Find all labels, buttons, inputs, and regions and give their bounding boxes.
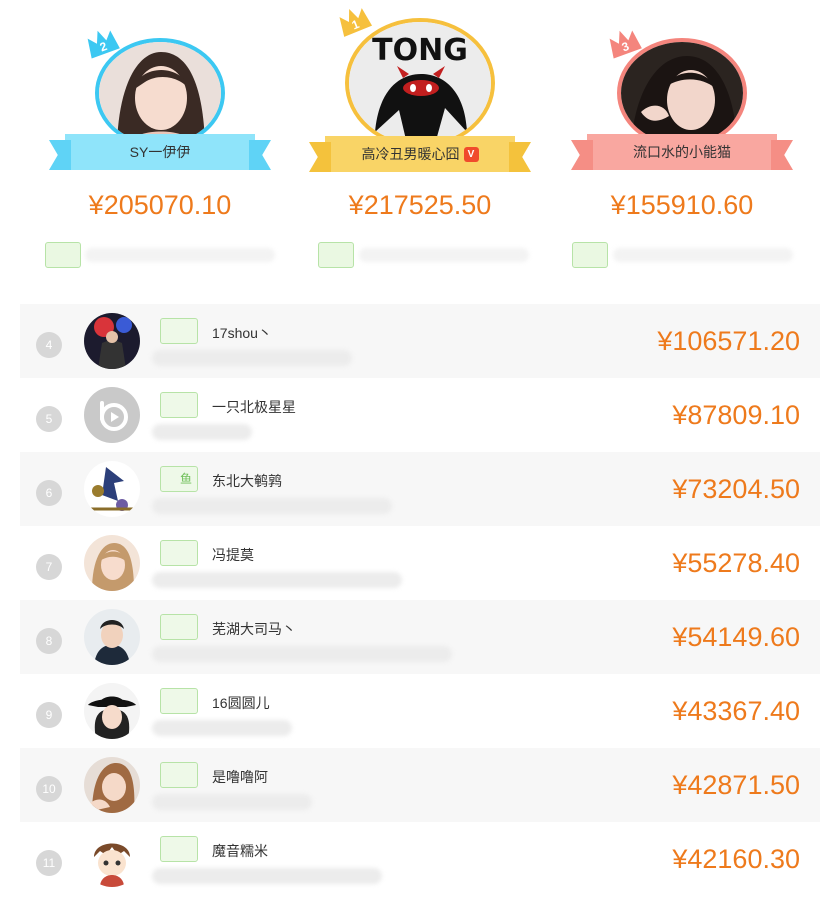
- blurred-description: [152, 424, 252, 440]
- rank-number: 8: [36, 628, 62, 654]
- avatar-image: TONG: [349, 22, 491, 144]
- avatar[interactable]: [617, 38, 747, 148]
- blurred-description: [613, 248, 793, 262]
- avatar[interactable]: [84, 831, 140, 887]
- user-name[interactable]: SY一伊伊: [130, 142, 191, 162]
- verified-icon: V: [463, 146, 479, 162]
- user-name[interactable]: 东北大鹌鹑: [212, 471, 282, 491]
- name-ribbon: SY一伊伊: [65, 134, 255, 170]
- level-badge: [160, 688, 198, 714]
- list-item[interactable]: 11 魔音糯米 ¥42160.30: [20, 822, 820, 896]
- amount: ¥55278.40: [672, 548, 800, 578]
- user-name[interactable]: 一只北极星星: [212, 397, 296, 417]
- avatar-image: [84, 609, 140, 665]
- avatar[interactable]: [84, 757, 140, 813]
- level-badge: [572, 242, 608, 268]
- avatar-image: [84, 461, 140, 517]
- avatar[interactable]: [84, 683, 140, 739]
- avatar-image: [84, 535, 140, 591]
- amount: ¥42160.30: [672, 844, 800, 874]
- avatar[interactable]: [84, 387, 140, 443]
- amount: ¥54149.60: [672, 622, 800, 652]
- user-name[interactable]: 高冷丑男暖心囧: [362, 144, 460, 164]
- amount: ¥43367.40: [672, 696, 800, 726]
- list-item[interactable]: 7 冯提莫 ¥55278.40: [20, 526, 820, 600]
- level-badge: [160, 614, 198, 640]
- user-meta: [567, 240, 797, 270]
- rank-number: 9: [36, 702, 62, 728]
- rank-number: 4: [36, 332, 62, 358]
- avatar[interactable]: [84, 535, 140, 591]
- name-ribbon: 高冷丑男暖心囧 V: [325, 136, 515, 172]
- level-badge: 鱼: [160, 466, 198, 492]
- name-ribbon: 流口水的小能猫: [587, 134, 777, 170]
- avatar-text: TONG: [372, 33, 468, 68]
- blurred-description: [359, 248, 529, 262]
- avatar[interactable]: [95, 38, 225, 148]
- amount: ¥73204.50: [672, 474, 800, 504]
- list-item[interactable]: 8 芜湖大司马丶 ¥54149.60: [20, 600, 820, 674]
- avatar-image: [84, 757, 140, 813]
- amount: ¥217525.50: [348, 190, 492, 220]
- user-name[interactable]: 魔音糯米: [212, 841, 268, 861]
- user-name[interactable]: 芜湖大司马丶: [212, 619, 296, 639]
- avatar[interactable]: [84, 461, 140, 517]
- blurred-description: [152, 868, 382, 884]
- list-item[interactable]: 4 17shou丶 ¥106571.20: [20, 304, 820, 378]
- avatar[interactable]: [84, 313, 140, 369]
- amount: ¥87809.10: [672, 400, 800, 430]
- user-meta: [45, 240, 275, 270]
- blurred-description: [152, 646, 452, 662]
- level-badge: [160, 540, 198, 566]
- amount: ¥42871.50: [672, 770, 800, 800]
- blurred-description: [152, 720, 292, 736]
- blurred-description: [152, 794, 312, 810]
- rank-number: 6: [36, 480, 62, 506]
- rank-number: 5: [36, 406, 62, 432]
- avatar-image: [621, 42, 743, 144]
- avatar[interactable]: TONG: [345, 18, 495, 148]
- avatar-image: [84, 683, 140, 739]
- level-badge: [160, 318, 198, 344]
- amount: ¥106571.20: [657, 326, 800, 356]
- level-badge: [318, 242, 354, 268]
- rank-number: 11: [36, 850, 62, 876]
- list-item[interactable]: 6 鱼 东北大鹌鹑 ¥73204.50: [20, 452, 820, 526]
- level-badge: [160, 762, 198, 788]
- user-name[interactable]: 冯提莫: [212, 545, 254, 565]
- user-name[interactable]: 16圆圆儿: [212, 693, 270, 713]
- avatar[interactable]: [84, 609, 140, 665]
- user-meta: [305, 240, 535, 270]
- user-name[interactable]: 是噜噜阿: [212, 767, 268, 787]
- amount: ¥205070.10: [88, 190, 232, 220]
- blurred-description: [85, 248, 275, 262]
- avatar-image: [99, 42, 221, 144]
- list-item[interactable]: 9 16圆圆儿 ¥43367.40: [20, 674, 820, 748]
- user-name[interactable]: 17shou丶: [212, 323, 272, 343]
- blurred-description: [152, 572, 402, 588]
- list-item[interactable]: 10 是噜噜阿 ¥42871.50: [20, 748, 820, 822]
- level-badge: [160, 836, 198, 862]
- blurred-description: [152, 350, 352, 366]
- rank-number: 10: [36, 776, 62, 802]
- default-avatar-icon: [84, 387, 140, 443]
- avatar-image: [84, 313, 140, 369]
- rank-number: 7: [36, 554, 62, 580]
- amount: ¥155910.60: [610, 190, 754, 220]
- user-name[interactable]: 流口水的小能猫: [633, 142, 731, 162]
- blurred-description: [152, 498, 392, 514]
- ranking-list: 4 17shou丶 ¥106571.20 5 一只北极星星 ¥87809.10 …: [20, 304, 820, 896]
- avatar-image: [84, 831, 140, 887]
- level-badge: [160, 392, 198, 418]
- list-item[interactable]: 5 一只北极星星 ¥87809.10: [20, 378, 820, 452]
- level-badge: [45, 242, 81, 268]
- top-three-podium: 2 SY一伊伊 ¥205070.10 TONG 1 高冷丑男暖心囧 V ¥217…: [0, 0, 825, 300]
